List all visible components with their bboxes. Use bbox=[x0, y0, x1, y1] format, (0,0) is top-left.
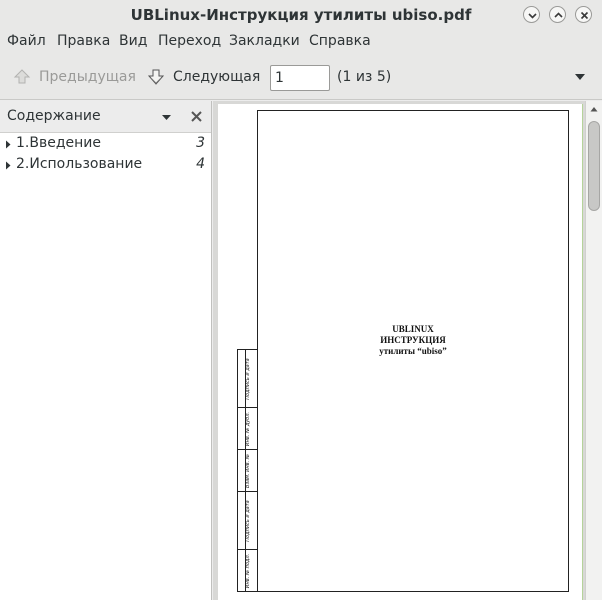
next-page-button[interactable]: Следующая bbox=[142, 55, 262, 100]
expander-icon[interactable] bbox=[5, 140, 11, 149]
previous-page-label: Предыдущая bbox=[39, 69, 136, 85]
toc-item-introduction[interactable]: 1.Введение 3 bbox=[0, 134, 211, 155]
expander-icon[interactable] bbox=[5, 161, 11, 170]
maximize-button[interactable] bbox=[549, 6, 566, 23]
stamp-label: Инв. № подл. bbox=[245, 553, 251, 589]
sidebar-title[interactable]: Содержание bbox=[7, 108, 101, 124]
document-page[interactable]: Подпись и дата Инв. № дубл. Взам. инв. №… bbox=[218, 104, 583, 600]
toc-item-page: 4 bbox=[196, 156, 205, 172]
close-button[interactable] bbox=[575, 6, 592, 23]
page-number-input[interactable] bbox=[270, 65, 330, 91]
chevron-up-icon bbox=[554, 12, 563, 18]
document-title: UBLINUX ИНСТРУКЦИЯ утилиты “ubiso” bbox=[257, 324, 569, 357]
window-title: UBLinux-Инструкция утилиты ubiso.pdf bbox=[130, 6, 472, 24]
page-count-label: (1 из 5) bbox=[337, 69, 392, 85]
document-title-line: ИНСТРУКЦИЯ bbox=[380, 335, 446, 345]
previous-page-button[interactable]: Предыдущая bbox=[8, 55, 136, 100]
menu-go[interactable]: Переход bbox=[158, 33, 221, 49]
vertical-scrollbar[interactable] bbox=[585, 101, 602, 600]
stamp-label: Взам. инв. № bbox=[245, 453, 251, 488]
toolbar-menu-arrow-icon[interactable] bbox=[574, 73, 586, 81]
chevron-down-icon bbox=[528, 13, 537, 19]
scroll-up-icon[interactable] bbox=[590, 106, 598, 112]
stamp-cell: Подпись и дата bbox=[238, 492, 258, 550]
title-bar: UBLinux-Инструкция утилиты ubiso.pdf bbox=[0, 0, 602, 29]
sidebar: Содержание 1.Введение 3 2.Использование … bbox=[0, 101, 212, 600]
stamp-label: Подпись и дата bbox=[245, 499, 251, 542]
page-stamp: Подпись и дата Инв. № дубл. Взам. инв. №… bbox=[237, 349, 258, 592]
menu-edit[interactable]: Правка bbox=[57, 33, 110, 49]
stamp-cell: Взам. инв. № bbox=[238, 450, 258, 492]
menu-bookmarks[interactable]: Закладки bbox=[229, 33, 300, 49]
stamp-cell: Подпись и дата bbox=[238, 350, 258, 408]
close-icon bbox=[580, 11, 589, 20]
next-page-label: Следующая bbox=[173, 69, 261, 85]
arrow-up-icon bbox=[13, 69, 31, 84]
document-title-line: UBLINUX bbox=[392, 324, 434, 334]
toc-item-label: 1.Введение bbox=[16, 135, 101, 151]
stamp-label: Инв. № дубл. bbox=[245, 411, 251, 446]
toc-item-page: 3 bbox=[196, 135, 205, 151]
toc-item-label: 2.Использование bbox=[16, 156, 143, 172]
stamp-cell: Инв. № подл. bbox=[238, 550, 258, 592]
menu-bar: Файл Правка Вид Переход Закладки Справка bbox=[0, 29, 602, 55]
minimize-button[interactable] bbox=[523, 6, 540, 23]
sidebar-dropdown-icon[interactable] bbox=[161, 114, 172, 121]
toc-item-usage[interactable]: 2.Использование 4 bbox=[0, 155, 211, 176]
stamp-label: Подпись и дата bbox=[245, 357, 251, 400]
document-title-line: утилиты “ubiso” bbox=[379, 346, 447, 356]
menu-file[interactable]: Файл bbox=[7, 33, 46, 49]
menu-view[interactable]: Вид bbox=[119, 33, 147, 49]
document-viewer[interactable]: Подпись и дата Инв. № дубл. Взам. инв. №… bbox=[213, 101, 602, 600]
stamp-cell: Инв. № дубл. bbox=[238, 408, 258, 450]
menu-help[interactable]: Справка bbox=[309, 33, 371, 49]
arrow-down-icon bbox=[147, 69, 165, 85]
scrollbar-thumb[interactable] bbox=[588, 121, 600, 211]
sidebar-header: Содержание bbox=[0, 101, 211, 133]
sidebar-close-icon[interactable] bbox=[190, 110, 203, 123]
